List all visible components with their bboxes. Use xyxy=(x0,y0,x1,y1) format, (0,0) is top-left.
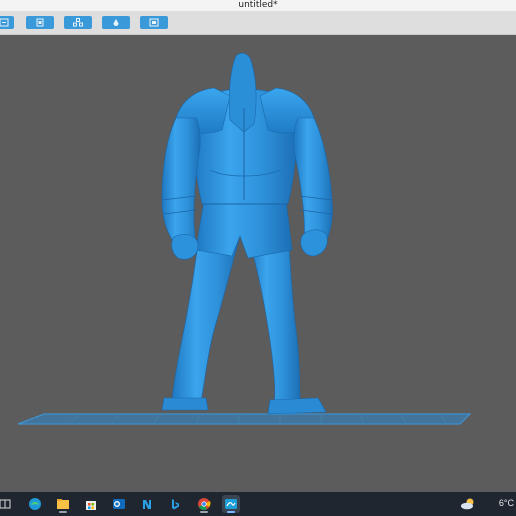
task-view-button[interactable] xyxy=(0,495,14,513)
edge-icon xyxy=(29,498,41,510)
import-button[interactable] xyxy=(0,16,14,29)
3d-figure-model[interactable] xyxy=(161,52,333,415)
partly-cloudy-icon xyxy=(461,498,474,510)
file-explorer-icon xyxy=(57,499,69,509)
paste-icon xyxy=(36,18,44,27)
bing-icon xyxy=(172,499,179,510)
weather-temperature[interactable]: 6°C xyxy=(499,498,514,508)
window-title: untitled* xyxy=(238,0,278,10)
store-icon xyxy=(86,501,96,510)
edge-button[interactable] xyxy=(26,495,44,513)
support-button[interactable] xyxy=(102,16,130,29)
slicer-app-button[interactable] xyxy=(222,495,240,513)
paste-button[interactable] xyxy=(26,16,54,29)
store-button[interactable] xyxy=(82,495,100,513)
bing-button[interactable] xyxy=(166,495,184,513)
app-n-button[interactable] xyxy=(138,495,156,513)
fit-view-icon xyxy=(149,18,159,27)
file-explorer-button[interactable] xyxy=(54,495,72,513)
scene xyxy=(17,52,472,425)
system-tray: 6°C xyxy=(461,492,516,516)
import-icon xyxy=(0,18,9,27)
3d-viewport[interactable] xyxy=(0,35,516,492)
chrome-icon xyxy=(198,498,211,511)
outlook-icon xyxy=(113,499,125,509)
arrange-button[interactable] xyxy=(64,16,92,29)
support-icon xyxy=(113,19,119,26)
toolbar xyxy=(0,11,516,35)
slicer-app-icon xyxy=(225,499,237,509)
taskbar: 6°C xyxy=(0,492,516,516)
app-n-icon xyxy=(143,500,151,509)
task-view-icon xyxy=(0,499,11,509)
outlook-button[interactable] xyxy=(110,495,128,513)
arrange-icon xyxy=(73,18,83,27)
fit-view-button[interactable] xyxy=(140,16,168,29)
chrome-button[interactable] xyxy=(195,495,213,513)
build-plate xyxy=(17,413,472,425)
window-title-bar: untitled* xyxy=(0,0,516,11)
